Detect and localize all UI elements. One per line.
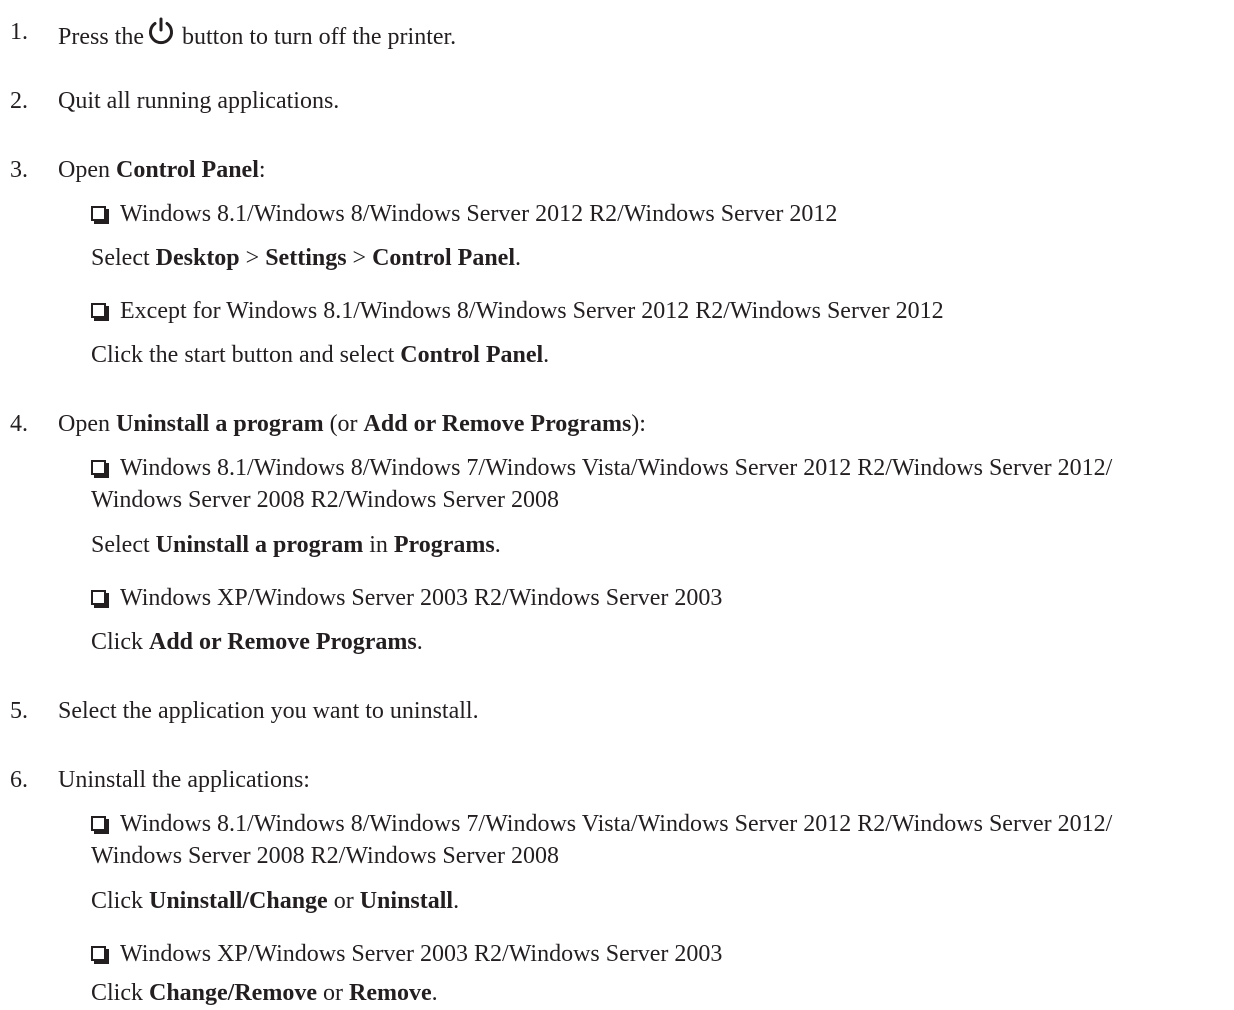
bullet-text: Windows 8.1/Windows 8/Windows 7/Windows … (120, 455, 1113, 481)
checkbox-bullet (91, 946, 106, 961)
page: { "steps": [ { "num": "1.", "pre": "Pres… (0, 0, 1234, 1010)
power-icon (146, 16, 176, 55)
bullet-text: Windows 8.1/Windows 8/Windows 7/Windows … (120, 811, 1113, 837)
step-number: 2. (10, 88, 28, 114)
step-number: 4. (10, 411, 28, 437)
step-1-text: Press the button to turn off the printer. (58, 16, 456, 55)
bullet-instruction: Click the start button and select Contro… (91, 342, 550, 368)
bullet-instruction: Select Uninstall a program in Programs. (91, 532, 501, 558)
step-5-text: Select the application you want to unins… (58, 698, 479, 724)
step-number: 1. (10, 19, 28, 45)
bullet-instruction: Select Desktop > Settings > Control Pane… (91, 245, 521, 271)
bullet-text: Windows XP/Windows Server 2003 R2/Window… (120, 585, 723, 611)
bullet-instruction: Click Change/Remove or Remove. (91, 980, 438, 1006)
step-3-text: Open Control Panel: (58, 157, 266, 183)
step-2-text: Quit all running applications. (58, 88, 340, 114)
checkbox-bullet (91, 816, 106, 831)
step-number: 5. (10, 698, 28, 724)
step-number: 6. (10, 767, 28, 793)
bullet-text: Except for Windows 8.1/Windows 8/Windows… (120, 298, 944, 324)
step-number: 3. (10, 157, 28, 183)
checkbox-bullet (91, 303, 106, 318)
step-4-text: Open Uninstall a program (or Add or Remo… (58, 411, 646, 437)
bullet-instruction: Click Add or Remove Programs. (91, 629, 423, 655)
step-6-text: Uninstall the applications: (58, 767, 310, 793)
bullet-text: Windows 8.1/Windows 8/Windows Server 201… (120, 201, 838, 227)
bullet-text: Windows XP/Windows Server 2003 R2/Window… (120, 941, 723, 967)
checkbox-bullet (91, 206, 106, 221)
bullet-instruction: Click Uninstall/Change or Uninstall. (91, 888, 460, 914)
checkbox-bullet (91, 590, 106, 605)
bullet-text-continued: Windows Server 2008 R2/Windows Server 20… (91, 487, 560, 513)
bullet-text-continued: Windows Server 2008 R2/Windows Server 20… (91, 843, 560, 869)
checkbox-bullet (91, 460, 106, 475)
